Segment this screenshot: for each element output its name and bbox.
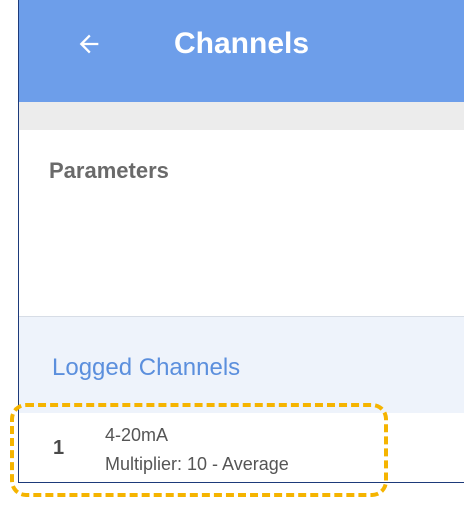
channel-detail: Multiplier: 10 - Average	[105, 454, 289, 474]
page-title: Channels	[174, 27, 310, 60]
parameters-section[interactable]: Parameters	[19, 130, 464, 316]
section-divider	[19, 102, 464, 130]
logged-channels-title: Logged Channels	[52, 354, 241, 381]
app-bar: Channels	[19, 0, 464, 102]
logged-channels-header: Logged Channels	[19, 316, 464, 413]
channel-number: 1	[53, 437, 65, 459]
arrow-left-icon[interactable]	[75, 30, 103, 58]
parameters-title: Parameters	[49, 158, 169, 183]
channel-row[interactable]: 1 4-20mA Multiplier: 10 - Average	[19, 413, 464, 482]
channel-type: 4-20mA	[105, 425, 169, 445]
app-screen: Channels Parameters Logged Channels 1 4-…	[18, 0, 464, 483]
